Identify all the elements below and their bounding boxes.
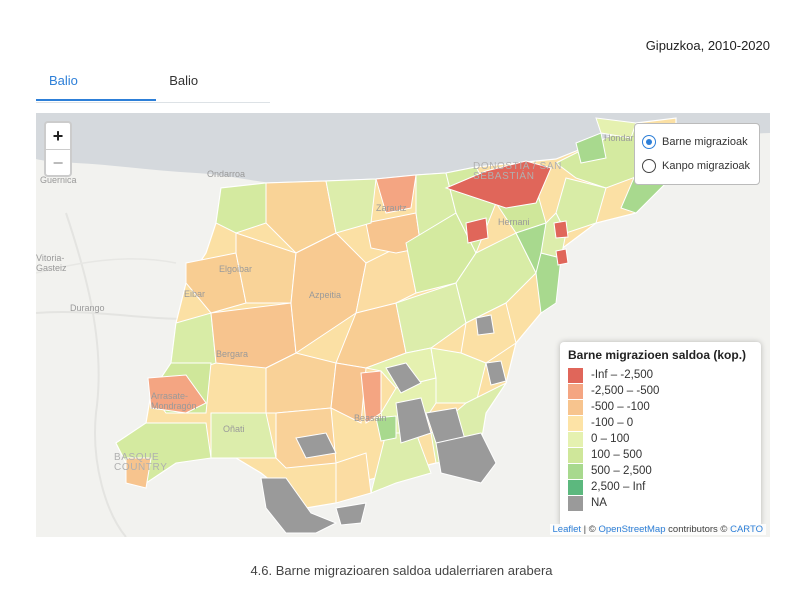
place-label-eibar: Eibar [184, 289, 206, 299]
place-label-elgoibar: Elgoibar [219, 264, 253, 274]
legend-item-label: 500 – 2,500 [591, 465, 652, 477]
legend-item-label: -Inf – -2,500 [591, 369, 654, 381]
legend-item-label: -500 – -100 [591, 401, 650, 413]
layer-option-label: Barne migrazioak [662, 136, 748, 148]
osm-link[interactable]: OpenStreetMap [598, 524, 665, 535]
leaflet-link[interactable]: Leaflet [553, 524, 582, 535]
legend-item: 500 – 2,500 [568, 463, 753, 479]
map-attribution: Leaflet | © OpenStreetMap contributors ©… [549, 524, 766, 535]
municipality-na[interactable] [335, 502, 367, 526]
place-label-onati: Oñati [223, 424, 245, 434]
city-label-donostia: DONOSTIA / SAN SEBASTIÁN [473, 161, 562, 182]
municipality[interactable] [555, 248, 569, 266]
zoom-out-button[interactable]: − [46, 149, 70, 176]
legend-swatch [568, 495, 583, 511]
place-label-beasain: Beasain [354, 413, 387, 423]
legend-item: -100 – 0 [568, 415, 753, 431]
zoom-in-button[interactable]: + [46, 123, 70, 149]
radio-unchecked-icon[interactable] [642, 159, 656, 173]
layer-option-label: Kanpo migrazioak [662, 160, 751, 172]
layer-control: Barne migrazioak Kanpo migrazioak [634, 123, 760, 185]
legend-item-label: NA [591, 497, 607, 509]
municipality-na[interactable] [475, 314, 495, 336]
zoom-control: + − [44, 121, 72, 177]
place-label-ondarroa: Ondarroa [207, 169, 246, 179]
region-label-basque-country: BASQUE COUNTRY [114, 452, 168, 473]
legend-item-label: 0 – 100 [591, 433, 630, 445]
layer-option-internal[interactable]: Barne migrazioak [642, 130, 752, 154]
place-label-zarautz: Zarautz [376, 203, 407, 213]
map-subtitle: Gipuzkoa, 2010-2020 [645, 38, 770, 53]
attribution-separator: | © [581, 524, 599, 535]
place-label-hernani: Hernani [498, 217, 530, 227]
layer-option-external[interactable]: Kanpo migrazioak [642, 154, 752, 178]
legend-item: 100 – 500 [568, 447, 753, 463]
legend-item: NA [568, 495, 753, 511]
legend-title: Barne migrazioen saldoa (kop.) [568, 348, 747, 362]
legend-swatch [568, 383, 583, 399]
figure-caption: 4.6. Barne migrazioaren saldoa udalerria… [250, 563, 553, 578]
place-label-durango: Durango [70, 303, 105, 313]
municipality[interactable] [210, 412, 277, 459]
legend-swatch [568, 415, 583, 431]
tab-bar: Balio absolutuak Balio erlatiboak [36, 60, 270, 130]
legend-swatch [568, 431, 583, 447]
map-legend: Barne migrazioen saldoa (kop.) -Inf – -2… [560, 342, 761, 527]
legend-item: 2,500 – Inf [568, 479, 753, 495]
legend-item-label: 2,500 – Inf [591, 481, 646, 493]
legend-item: -2,500 – -500 [568, 383, 753, 399]
place-label-azpeitia: Azpeitia [309, 290, 342, 300]
legend-item-label: -2,500 – -500 [591, 385, 660, 397]
legend-swatch [568, 447, 583, 463]
choropleth-map[interactable]: Guernica Ondarroa Durango Elgoibar Eibar… [36, 113, 770, 537]
legend-item-label: -100 – 0 [591, 417, 634, 429]
municipality[interactable] [215, 182, 267, 234]
legend-item: 0 – 100 [568, 431, 753, 447]
municipality[interactable] [553, 220, 569, 239]
legend-item: -Inf – -2,500 [568, 367, 753, 383]
legend-item-label: 100 – 500 [591, 449, 643, 461]
radio-checked-icon[interactable] [642, 135, 656, 149]
legend-swatch [568, 479, 583, 495]
place-label-bergara: Bergara [216, 349, 249, 359]
tab-absolute-values[interactable]: Balio absolutuak [36, 60, 157, 130]
legend-swatch [568, 367, 583, 383]
tab-relative-values[interactable]: Balio erlatiboak [156, 60, 270, 130]
place-label-arrasate: Arrasate-Mondragón [151, 391, 197, 411]
municipality-na[interactable] [435, 432, 497, 484]
attribution-contributors: contributors © [665, 524, 731, 535]
legend-swatch [568, 463, 583, 479]
carto-link[interactable]: CARTO [730, 524, 763, 535]
place-label-vitoria: Vitoria-Gasteiz [36, 253, 67, 273]
legend-item: -500 – -100 [568, 399, 753, 415]
municipality[interactable] [465, 217, 489, 244]
legend-swatch [568, 399, 583, 415]
